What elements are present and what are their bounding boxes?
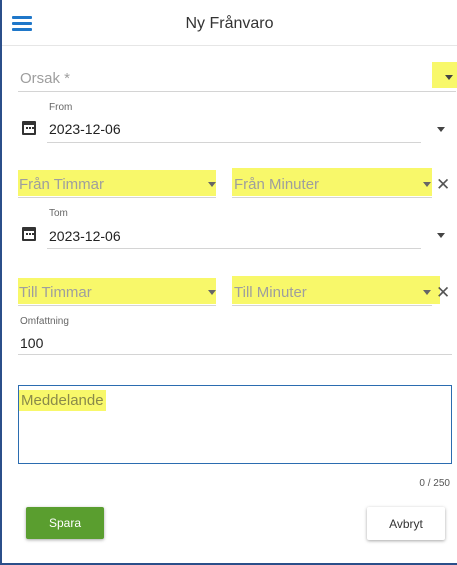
to-date-underline [47, 248, 421, 249]
to-minutes-select[interactable]: Till Minuter [232, 276, 440, 304]
clear-from-time-icon[interactable]: ✕ [436, 176, 450, 193]
message-textarea[interactable]: Meddelande [18, 385, 452, 464]
message-char-counter: 0 / 250 [419, 478, 450, 489]
chevron-down-icon [423, 182, 431, 187]
app-header: Ny Frånvaro [2, 0, 457, 46]
to-minutes-underline [232, 305, 432, 306]
chevron-down-icon [208, 290, 216, 295]
from-hours-select[interactable]: Från Timmar [18, 170, 216, 196]
to-hours-underline [18, 305, 216, 306]
chevron-down-icon [423, 290, 431, 295]
chevron-down-icon [445, 75, 453, 80]
from-date-input[interactable]: 2023-12-06 [49, 121, 121, 137]
from-minutes-underline [232, 197, 432, 198]
to-date-label: Tom [49, 208, 68, 219]
calendar-icon[interactable] [22, 121, 36, 135]
chevron-down-icon[interactable] [437, 233, 445, 238]
message-placeholder: Meddelande [19, 390, 106, 411]
from-hours-placeholder: Från Timmar [19, 176, 105, 193]
cancel-button[interactable]: Avbryt [367, 507, 445, 540]
from-date-underline [47, 142, 421, 143]
page-title: Ny Frånvaro [185, 15, 274, 32]
scope-input[interactable]: 100 [20, 335, 43, 351]
reason-underline [18, 91, 456, 92]
to-minutes-placeholder: Till Minuter [234, 284, 307, 301]
save-button[interactable]: Spara [26, 507, 104, 539]
from-minutes-select[interactable]: Från Minuter [232, 168, 432, 196]
to-hours-placeholder: Till Timmar [19, 284, 92, 301]
chevron-down-icon[interactable] [437, 127, 445, 132]
scope-label: Omfattning [20, 316, 69, 327]
calendar-icon[interactable] [22, 227, 36, 241]
from-minutes-placeholder: Från Minuter [234, 176, 320, 193]
to-date-input[interactable]: 2023-12-06 [49, 228, 121, 244]
clear-to-time-icon[interactable]: ✕ [436, 284, 450, 301]
scope-underline [18, 354, 452, 355]
chevron-down-icon [208, 182, 216, 187]
from-date-label: From [49, 102, 73, 113]
reason-dropdown-toggle[interactable] [432, 62, 457, 88]
to-hours-select[interactable]: Till Timmar [18, 278, 216, 304]
reason-select[interactable]: Orsak * [20, 70, 70, 87]
from-hours-underline [18, 197, 216, 198]
